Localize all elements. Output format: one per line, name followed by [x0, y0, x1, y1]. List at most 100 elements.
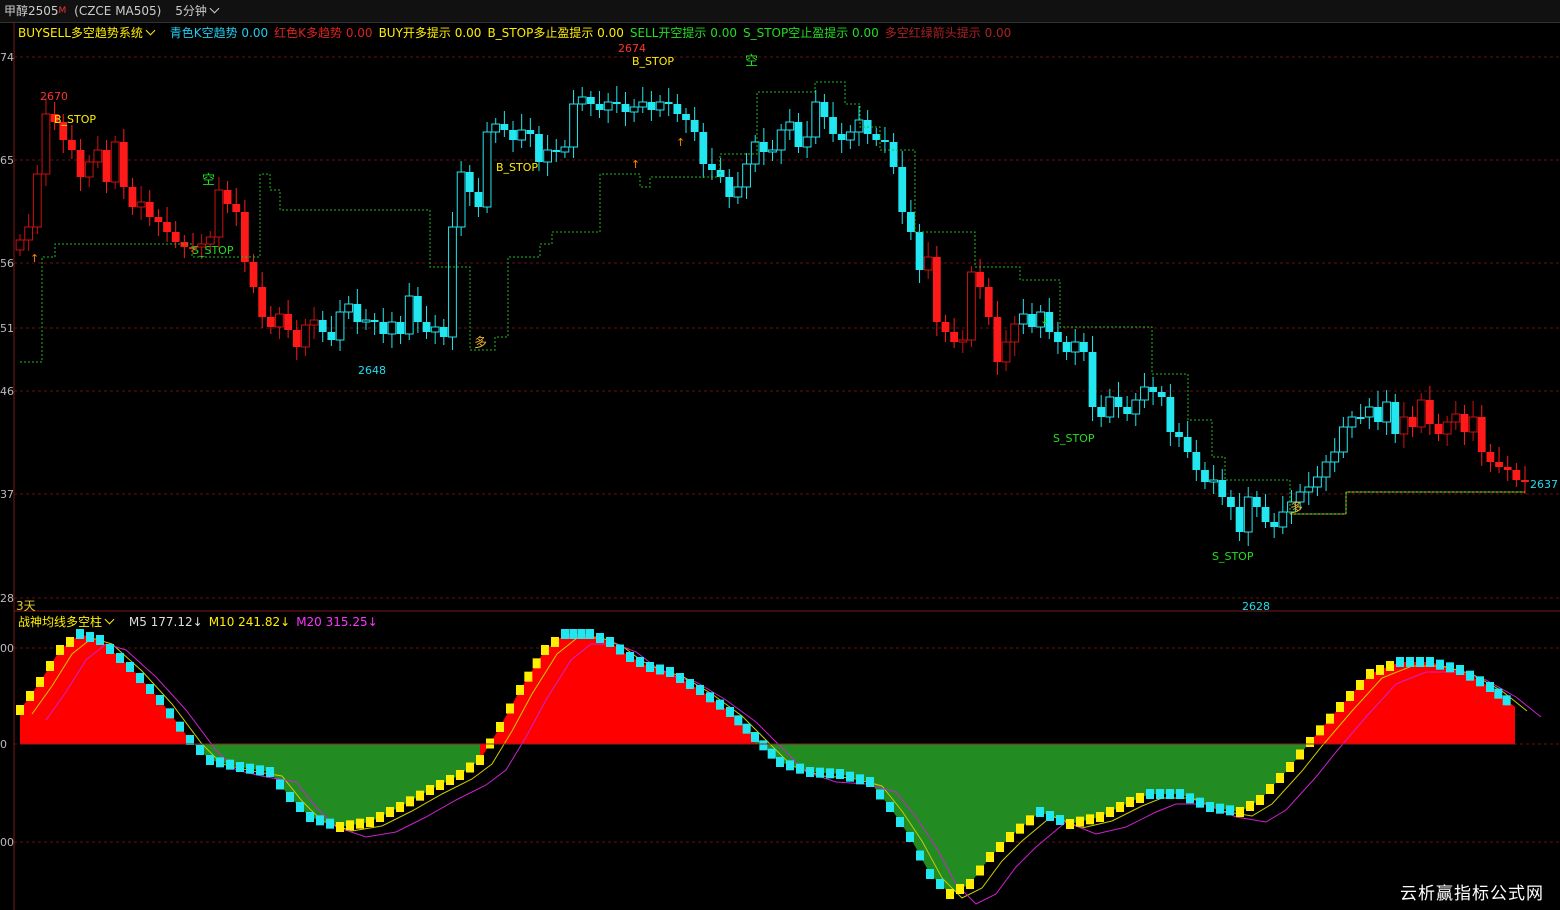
candle-body	[68, 140, 76, 150]
candle	[370, 313, 379, 335]
oscillator-marker	[996, 842, 1004, 852]
oscillator-marker	[1316, 725, 1324, 736]
oscillator-marker	[26, 691, 34, 701]
candle-body	[976, 272, 984, 287]
candle-body	[967, 271, 976, 341]
candle-body	[1079, 342, 1088, 352]
oscillator-marker	[1106, 807, 1114, 817]
candle	[482, 122, 492, 213]
candle-body	[1486, 452, 1495, 462]
oscillator-marker	[1026, 815, 1034, 826]
candle	[491, 118, 501, 143]
candle-body	[404, 295, 414, 335]
period-selector[interactable]: 5分钟	[175, 3, 224, 18]
candle	[93, 136, 103, 168]
candle	[664, 88, 673, 116]
main-candlestick-chart[interactable]: 74 65 56 51 46 37 28 2670 2674 2648 2628 2637 B_STOP…	[0, 22, 1560, 612]
oscillator-marker	[1256, 795, 1264, 805]
candle-body	[535, 134, 543, 162]
area-segment	[1430, 662, 1460, 744]
candle-body	[932, 257, 941, 322]
candle	[517, 114, 527, 148]
candle-body	[396, 322, 405, 334]
candle	[1356, 404, 1365, 424]
candle-body	[759, 142, 768, 152]
candle	[881, 127, 889, 153]
candle-body	[577, 96, 587, 105]
area-segment	[1040, 744, 1070, 824]
candle-body	[950, 332, 959, 342]
candle	[915, 224, 924, 283]
candle	[647, 91, 656, 121]
candle	[465, 165, 474, 206]
candle	[603, 93, 613, 123]
oscillator-marker	[496, 722, 504, 732]
oscillator-marker	[1056, 815, 1064, 825]
candle-body	[379, 322, 388, 334]
oscillator-marker	[946, 889, 954, 899]
symbol-name[interactable]: 甲醇2505	[4, 4, 59, 18]
oscillator-marker	[1502, 695, 1511, 706]
candle-body	[266, 317, 275, 327]
oscillator-marker	[1066, 819, 1074, 829]
candle	[1399, 402, 1409, 448]
candle	[1018, 299, 1028, 334]
candle	[1364, 398, 1374, 429]
candle-body	[1123, 407, 1132, 414]
symbol-superscript: M	[58, 6, 67, 16]
area-segment	[520, 650, 545, 744]
oscillator-marker	[246, 763, 254, 774]
candle	[301, 319, 310, 356]
oscillator-marker	[1406, 657, 1414, 667]
candle-body	[733, 186, 743, 198]
last-price-label: 2637	[1530, 478, 1558, 491]
candle-body	[154, 217, 163, 222]
oscillator-marker	[1494, 688, 1503, 699]
candle-body	[517, 129, 527, 141]
candle	[145, 190, 154, 226]
oscillator-marker	[1476, 676, 1484, 687]
candle	[595, 91, 604, 118]
oscillator-marker	[1216, 803, 1224, 814]
candle-body	[1278, 511, 1288, 528]
oscillator-marker	[156, 695, 164, 705]
oscillator-marker	[926, 869, 934, 879]
candle	[543, 135, 553, 176]
candle-body	[1313, 476, 1322, 488]
candle-body	[1097, 407, 1106, 417]
candle-body	[1201, 470, 1209, 482]
candle	[266, 306, 275, 334]
candle-body	[655, 101, 665, 111]
oscillator-marker	[626, 652, 634, 662]
oscillator-marker	[776, 757, 784, 767]
oscillator-marker	[906, 832, 914, 842]
candle	[1374, 391, 1382, 430]
candle-body	[725, 177, 734, 197]
oscillator-marker	[116, 653, 124, 663]
candle	[820, 94, 829, 129]
candle-body	[768, 149, 777, 153]
oscillator-marker	[1456, 665, 1464, 675]
candle	[768, 140, 777, 161]
candle	[854, 106, 864, 146]
candle	[629, 99, 639, 122]
oscillator-marker	[446, 775, 454, 785]
candle-body	[482, 131, 492, 208]
oscillator-marker	[16, 705, 24, 715]
candle-body	[413, 296, 422, 322]
sub-oscillator-chart[interactable]: 00000	[0, 612, 1560, 910]
candle-body	[1382, 401, 1392, 423]
oscillator-marker	[866, 777, 874, 787]
candle-body	[370, 320, 379, 322]
candle-body	[621, 104, 630, 112]
oscillator-marker	[1416, 657, 1424, 667]
candle-body	[1451, 413, 1461, 423]
candle	[275, 307, 284, 339]
candle	[1192, 440, 1201, 481]
candle-body	[958, 339, 968, 343]
candle-body	[1243, 496, 1253, 533]
signal-label: B_STOP	[496, 161, 538, 174]
candle-body	[145, 202, 154, 217]
area-segment	[500, 690, 520, 744]
candle	[1495, 447, 1503, 473]
